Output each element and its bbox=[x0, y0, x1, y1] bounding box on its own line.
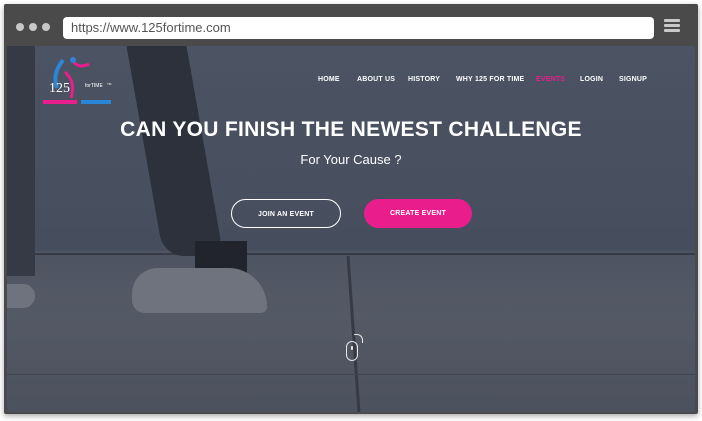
nav-events[interactable]: EVENTS bbox=[536, 76, 565, 83]
window-dot-icon[interactable] bbox=[42, 23, 50, 31]
nav-login[interactable]: LOGIN bbox=[580, 76, 603, 83]
hero-headline: CAN YOU FINISH THE NEWEST CHALLENGE bbox=[120, 118, 582, 141]
nav-history[interactable]: HISTORY bbox=[408, 76, 440, 83]
address-bar[interactable]: https://www.125fortime.com bbox=[63, 17, 654, 39]
logo-trademark: TM bbox=[107, 82, 112, 86]
window-dot-icon[interactable] bbox=[16, 23, 24, 31]
browser-toolbar: https://www.125fortime.com bbox=[4, 4, 698, 46]
logo-number: 125 bbox=[49, 81, 70, 96]
window-dot-icon[interactable] bbox=[29, 23, 37, 31]
join-event-button[interactable]: JOIN AN EVENT bbox=[231, 199, 341, 228]
mouse-scroll-icon[interactable] bbox=[346, 341, 358, 361]
nav-why-125-for-time[interactable]: WHY 125 FOR TIME bbox=[456, 76, 524, 83]
site-logo[interactable]: 125 forTIME TM bbox=[35, 54, 125, 110]
nav-home[interactable]: HOME bbox=[318, 76, 340, 83]
hero-subheadline: For Your Cause ? bbox=[300, 152, 402, 167]
hero-section: 125 forTIME TM HOME ABOUT US HISTORY WHY… bbox=[7, 46, 695, 412]
hamburger-menu-icon[interactable] bbox=[664, 19, 680, 33]
create-event-button[interactable]: CREATE EVENT bbox=[364, 199, 472, 228]
browser-window: https://www.125fortime.com 125 forTIME T… bbox=[4, 4, 698, 414]
nav-signup[interactable]: SIGNUP bbox=[619, 76, 647, 83]
nav-about-us[interactable]: ABOUT US bbox=[357, 76, 395, 83]
logo-tagline: forTIME bbox=[85, 83, 103, 89]
